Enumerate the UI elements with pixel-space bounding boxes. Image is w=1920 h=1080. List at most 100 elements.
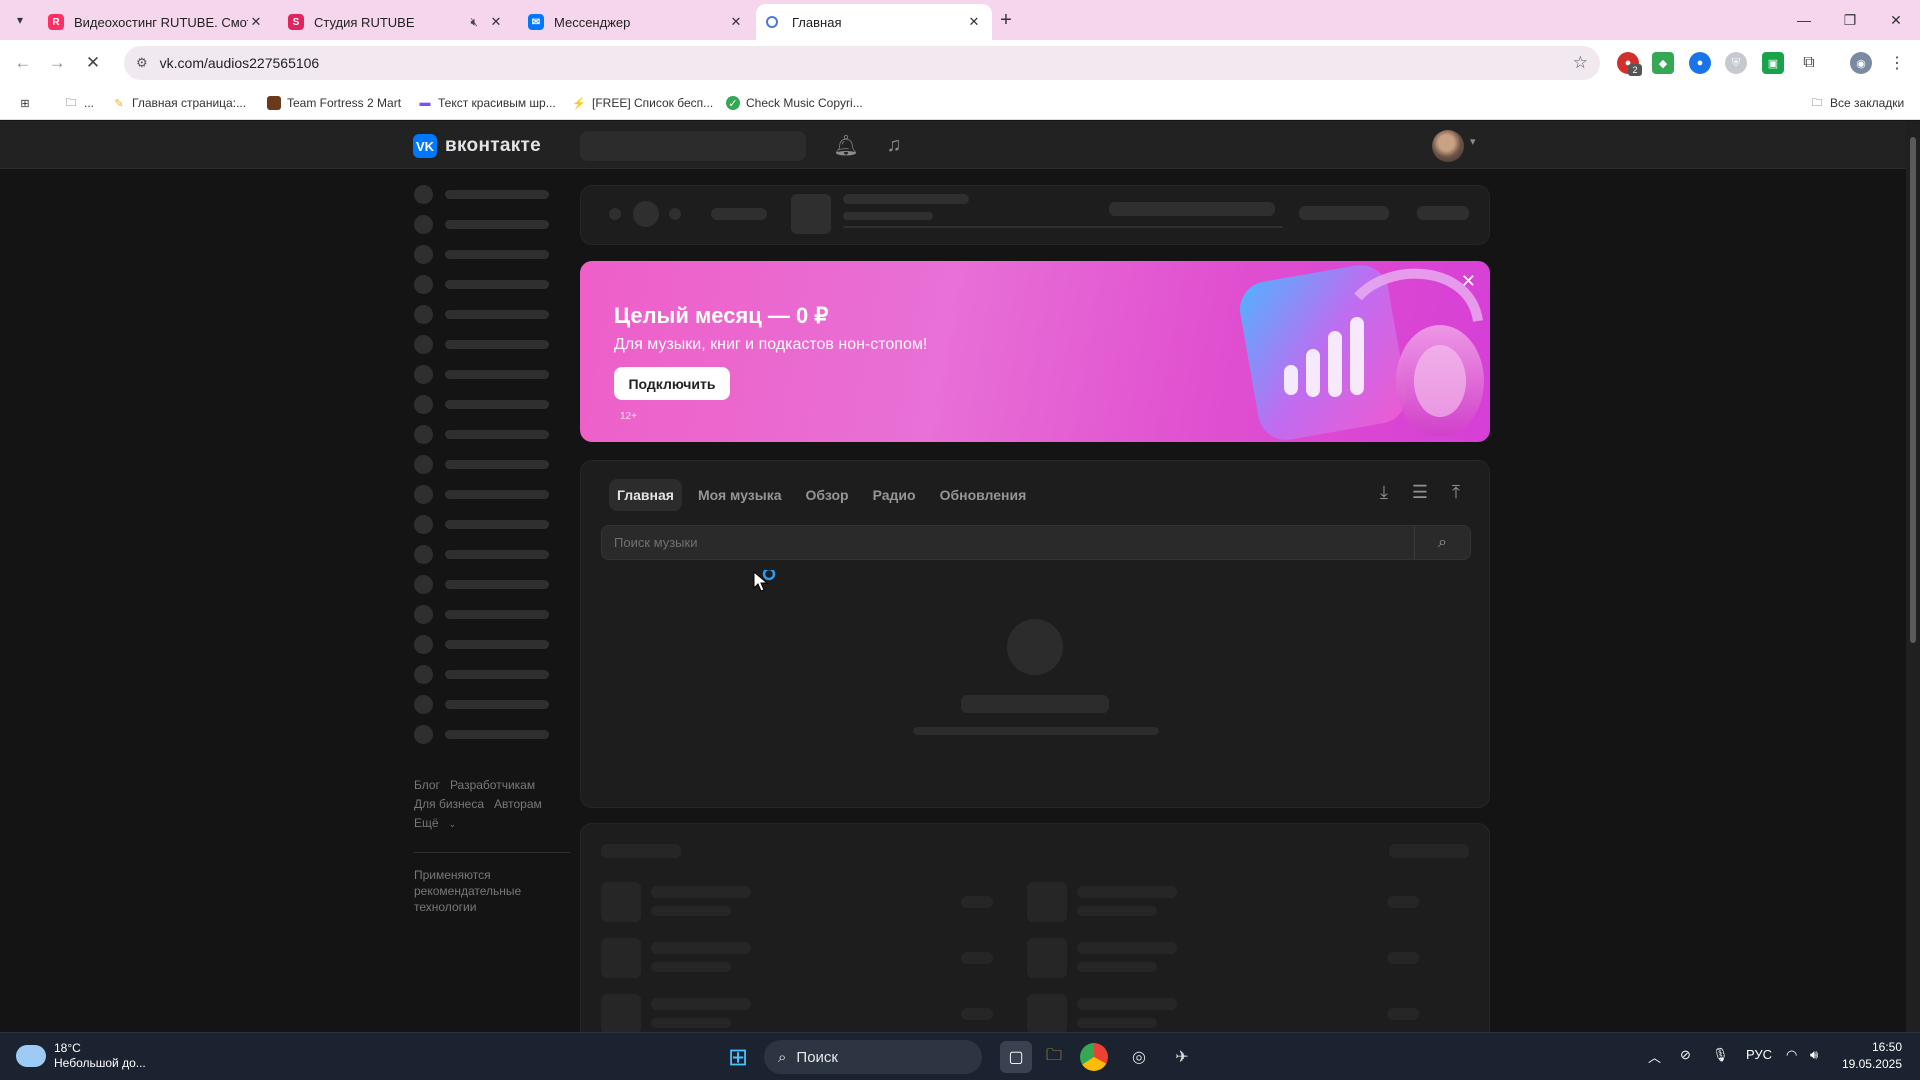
scrollbar-thumb[interactable] (1910, 137, 1916, 643)
weather-text: Небольшой до... (54, 1056, 146, 1070)
chevron-down-icon: ⌄ (448, 819, 457, 829)
check-icon: ✓ (726, 96, 740, 110)
download-icon[interactable]: ⤓ (1371, 479, 1397, 505)
close-window-button[interactable]: ✕ (1876, 6, 1916, 34)
extension-icon[interactable]: ◆ (1652, 52, 1674, 74)
sidebar-skeleton-row (414, 334, 550, 354)
minimize-button[interactable]: — (1784, 6, 1824, 34)
sidebar-skeleton-row (414, 664, 550, 684)
address-bar[interactable]: ⚙ vk.com/audios227565106 ☆ (124, 46, 1600, 80)
headphones-illustration-icon (1240, 265, 1484, 440)
music-note-icon[interactable]: ♫ (882, 133, 906, 157)
bookmark-item[interactable]: Team Fortress 2 Mart (267, 94, 401, 112)
bookmark-item[interactable]: ✎ Главная страница:... (112, 94, 246, 112)
extension-icon[interactable]: ▣ (1762, 52, 1784, 74)
sidebar-skeleton-row (414, 304, 550, 324)
chevron-down-icon[interactable]: ▾ (1470, 135, 1476, 148)
microphone-icon[interactable]: 🎙︎ (1712, 1047, 1729, 1063)
footer-more-link[interactable]: Ещё (414, 816, 439, 830)
tab-title: Видеохостинг RUTUBE. Смотрі (74, 14, 248, 30)
avatar[interactable] (1432, 130, 1464, 162)
tab-updates[interactable]: Обновления (932, 479, 1035, 511)
bookmark-icon: ✎ (114, 97, 124, 110)
close-tab-icon[interactable]: ✕ (728, 14, 744, 30)
close-banner-icon[interactable]: ✕ (1461, 271, 1476, 292)
loading-skeleton (913, 727, 1159, 735)
clock[interactable]: 16:50 19.05.2025 (1842, 1039, 1902, 1073)
back-button[interactable]: ← (10, 50, 36, 76)
shield-icon[interactable]: ⛨ (1725, 52, 1747, 74)
tab-main[interactable]: Главная (609, 479, 682, 511)
muted-speaker-icon[interactable]: 🔇︎ (470, 15, 478, 30)
restore-button[interactable]: ❐ (1830, 6, 1870, 34)
extension-icon[interactable]: ● (1689, 52, 1711, 74)
tab-overview[interactable]: Обзор (798, 479, 857, 511)
sidebar-skeleton-row (414, 454, 550, 474)
recommendation-note[interactable]: Применяются рекомендательные технологии (414, 867, 564, 915)
age-rating: 12+ (620, 411, 637, 422)
music-search-field[interactable]: Поиск музыки ⌕ (601, 525, 1471, 560)
vk-logo[interactable]: VK вконтакте (413, 134, 541, 158)
network-status-icon[interactable]: ⊘ (1680, 1047, 1691, 1063)
browser-tab-rutube-studio[interactable]: S Студия RUTUBE 🔇︎ ✕ (278, 4, 514, 40)
all-bookmarks[interactable]: 🗀︎ Все закладки (1810, 94, 1905, 112)
apps-grid-icon[interactable]: ⊞ (18, 94, 38, 112)
url-text[interactable]: vk.com/audios227565106 (160, 55, 320, 71)
rutube-icon: R (48, 14, 64, 30)
vk-logo-icon: VK (413, 134, 437, 158)
browser-tab-rutube[interactable]: R Видеохостинг RUTUBE. Смотрі ✕ (38, 4, 274, 40)
show-hidden-icons[interactable]: ︿ (1648, 1047, 1661, 1066)
tab-radio[interactable]: Радио (865, 479, 924, 511)
upload-icon[interactable]: ⤒ (1443, 479, 1469, 505)
music-tabs: Главная Моя музыка Обзор Радио Обновлени… (609, 479, 1042, 511)
bookmark-folder[interactable]: 🗀︎... (64, 94, 95, 112)
weather-widget[interactable]: 18°C Небольшой до... (16, 1041, 146, 1071)
volume-icon[interactable]: 🔊︎ (1810, 1047, 1818, 1063)
tab-search-chevron-icon[interactable]: ▾ (8, 8, 32, 32)
profile-icon[interactable]: ◉ (1850, 52, 1872, 74)
page-scrollbar[interactable] (1906, 121, 1920, 1032)
menu-dots-icon[interactable]: ⋮ (1886, 52, 1908, 74)
footer-link[interactable]: Для бизнеса (414, 797, 484, 811)
search-icon[interactable]: ⌕ (1414, 526, 1470, 559)
sidebar-skeleton-row (414, 424, 550, 444)
puzzle-icon[interactable]: ⧉ (1798, 52, 1820, 74)
browser-tab-messenger[interactable]: ✉ Мессенджер ✕ (518, 4, 754, 40)
stop-loading-button[interactable]: ✕ (80, 50, 106, 76)
browser-tab-main[interactable]: Главная ✕ (756, 4, 992, 40)
taskbar-search[interactable]: ⌕ Поиск (764, 1040, 982, 1074)
mouse-cursor-icon (752, 567, 782, 605)
footer-link[interactable]: Блог (414, 778, 440, 792)
steam-icon[interactable]: ✈ (1166, 1041, 1198, 1073)
bookmark-item[interactable]: ⚡ [FREE] Список бесп... (572, 94, 713, 112)
loading-icon (766, 16, 778, 28)
bookmark-icon (267, 96, 281, 110)
close-tab-icon[interactable]: ✕ (488, 14, 504, 30)
task-view-icon[interactable]: ▢ (1000, 1041, 1032, 1073)
close-tab-icon[interactable]: ✕ (248, 14, 264, 30)
subscribe-button[interactable]: Подключить (614, 367, 730, 400)
file-explorer-icon[interactable]: 🗀︎ (1038, 1041, 1070, 1073)
footer-link[interactable]: Авторам (494, 797, 542, 811)
app-icon[interactable]: ◎ (1123, 1041, 1155, 1073)
search-skeleton (580, 131, 806, 161)
add-playlist-icon[interactable]: ☰ (1407, 479, 1433, 505)
new-tab-button[interactable]: + (994, 8, 1018, 32)
close-tab-icon[interactable]: ✕ (966, 14, 982, 30)
browser-toolbar: ← → ✕ ⚙ vk.com/audios227565106 ☆ ● 2 ◆ ●… (0, 40, 1920, 86)
forward-button[interactable]: → (44, 50, 70, 76)
bookmark-item[interactable]: ✓ Check Music Copyri... (726, 94, 863, 112)
divider (414, 852, 570, 853)
site-info-icon[interactable]: ⚙ (136, 55, 148, 71)
bookmark-star-icon[interactable]: ☆ (1573, 53, 1588, 73)
language-indicator[interactable]: РУС (1746, 1047, 1772, 1062)
tab-my-music[interactable]: Моя музыка (690, 479, 790, 511)
sidebar-skeleton-row (414, 484, 550, 504)
footer-link[interactable]: Разработчикам (450, 778, 535, 792)
chrome-icon[interactable] (1080, 1043, 1108, 1071)
bookmark-icon: ▬ (419, 97, 431, 109)
windows-start-icon[interactable]: ⊞ (722, 1041, 754, 1073)
wifi-icon[interactable]: ◠ (1786, 1047, 1797, 1063)
bookmark-item[interactable]: ▬ Текст красивым шр... (418, 94, 556, 112)
bell-icon[interactable]: 🔔︎ (833, 133, 858, 157)
